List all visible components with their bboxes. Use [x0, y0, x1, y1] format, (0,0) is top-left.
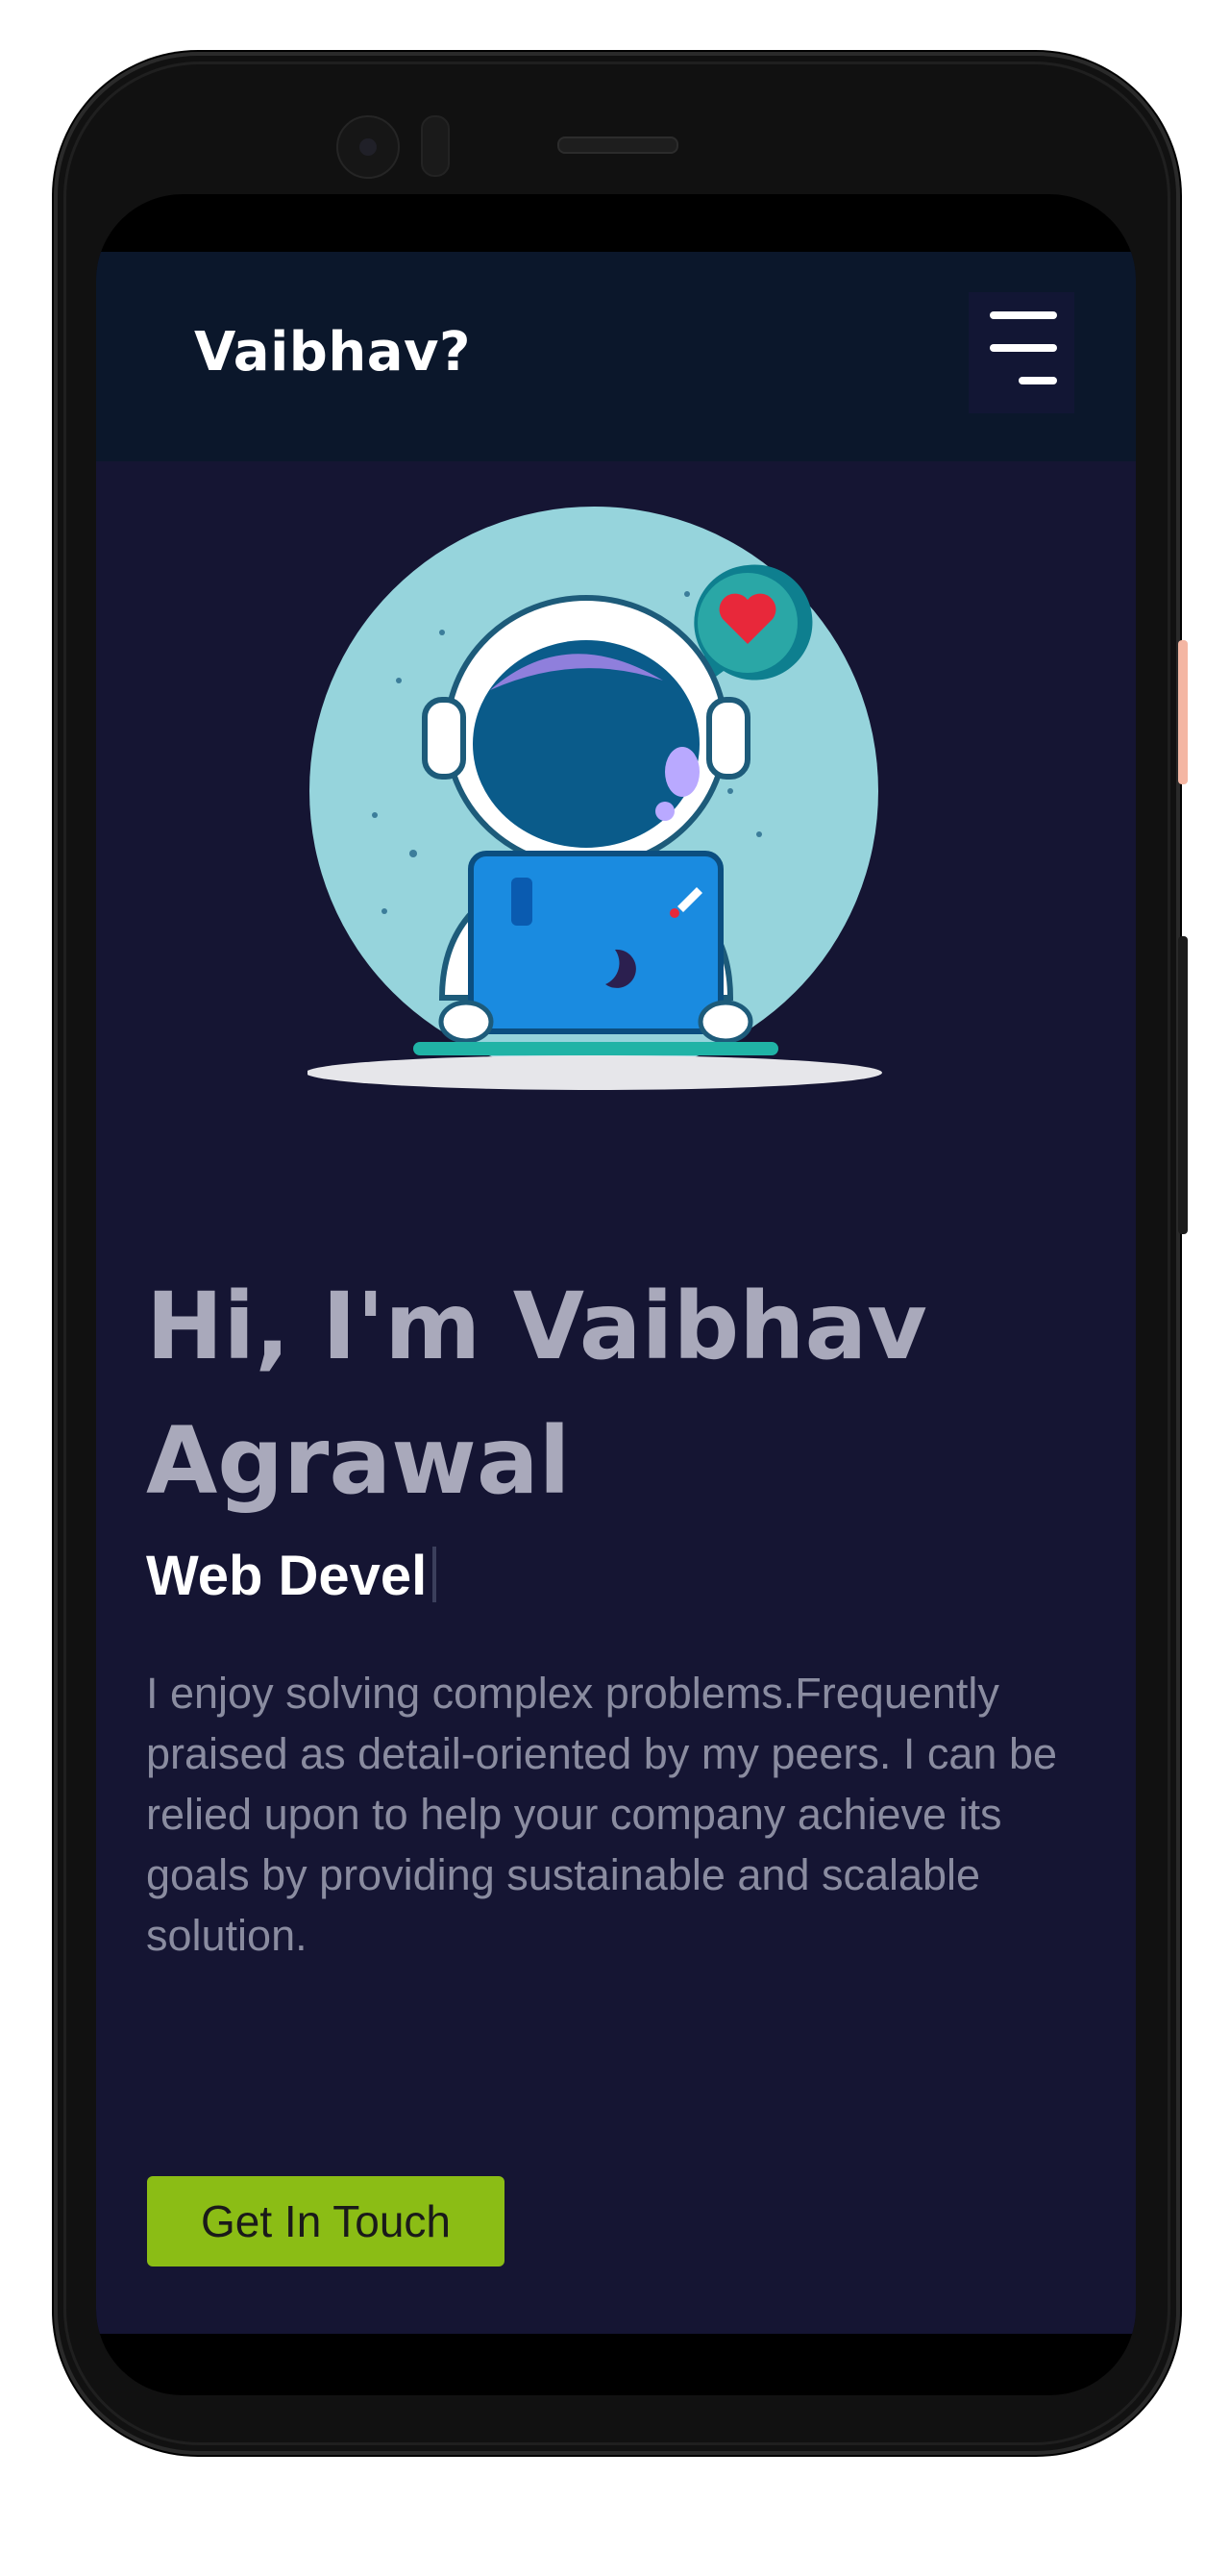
phone-power-button [1178, 936, 1188, 1234]
bio-paragraph: I enjoy solving complex problems.Frequen… [146, 1669, 1058, 1960]
typewriter-role: Web Devel [146, 1544, 437, 1608]
hamburger-menu-button[interactable] [969, 292, 1074, 413]
screen-bezel: Vaibhav? Hi, I'm Vaibhav Agrawal Web Dev… [96, 194, 1136, 2395]
app-screen: Vaibhav? Hi, I'm Vaibhav Agrawal Web Dev… [96, 252, 1136, 2334]
front-camera-icon [336, 115, 400, 179]
phone-side-accent [1178, 640, 1188, 784]
brand-logo[interactable]: Vaibhav? [194, 321, 471, 384]
typing-caret [432, 1547, 437, 1602]
role-text: Web Devel [146, 1545, 428, 1607]
earpiece-speaker [557, 136, 678, 154]
get-in-touch-button[interactable]: Get In Touch [147, 2176, 504, 2266]
top-navbar: Vaibhav? [96, 252, 1136, 461]
astronaut-laptop-illustration [308, 507, 882, 1090]
hamburger-menu-icon [990, 311, 1057, 319]
hero-title: Hi, I'm Vaibhav Agrawal [146, 1273, 927, 1515]
proximity-sensor [421, 115, 450, 177]
